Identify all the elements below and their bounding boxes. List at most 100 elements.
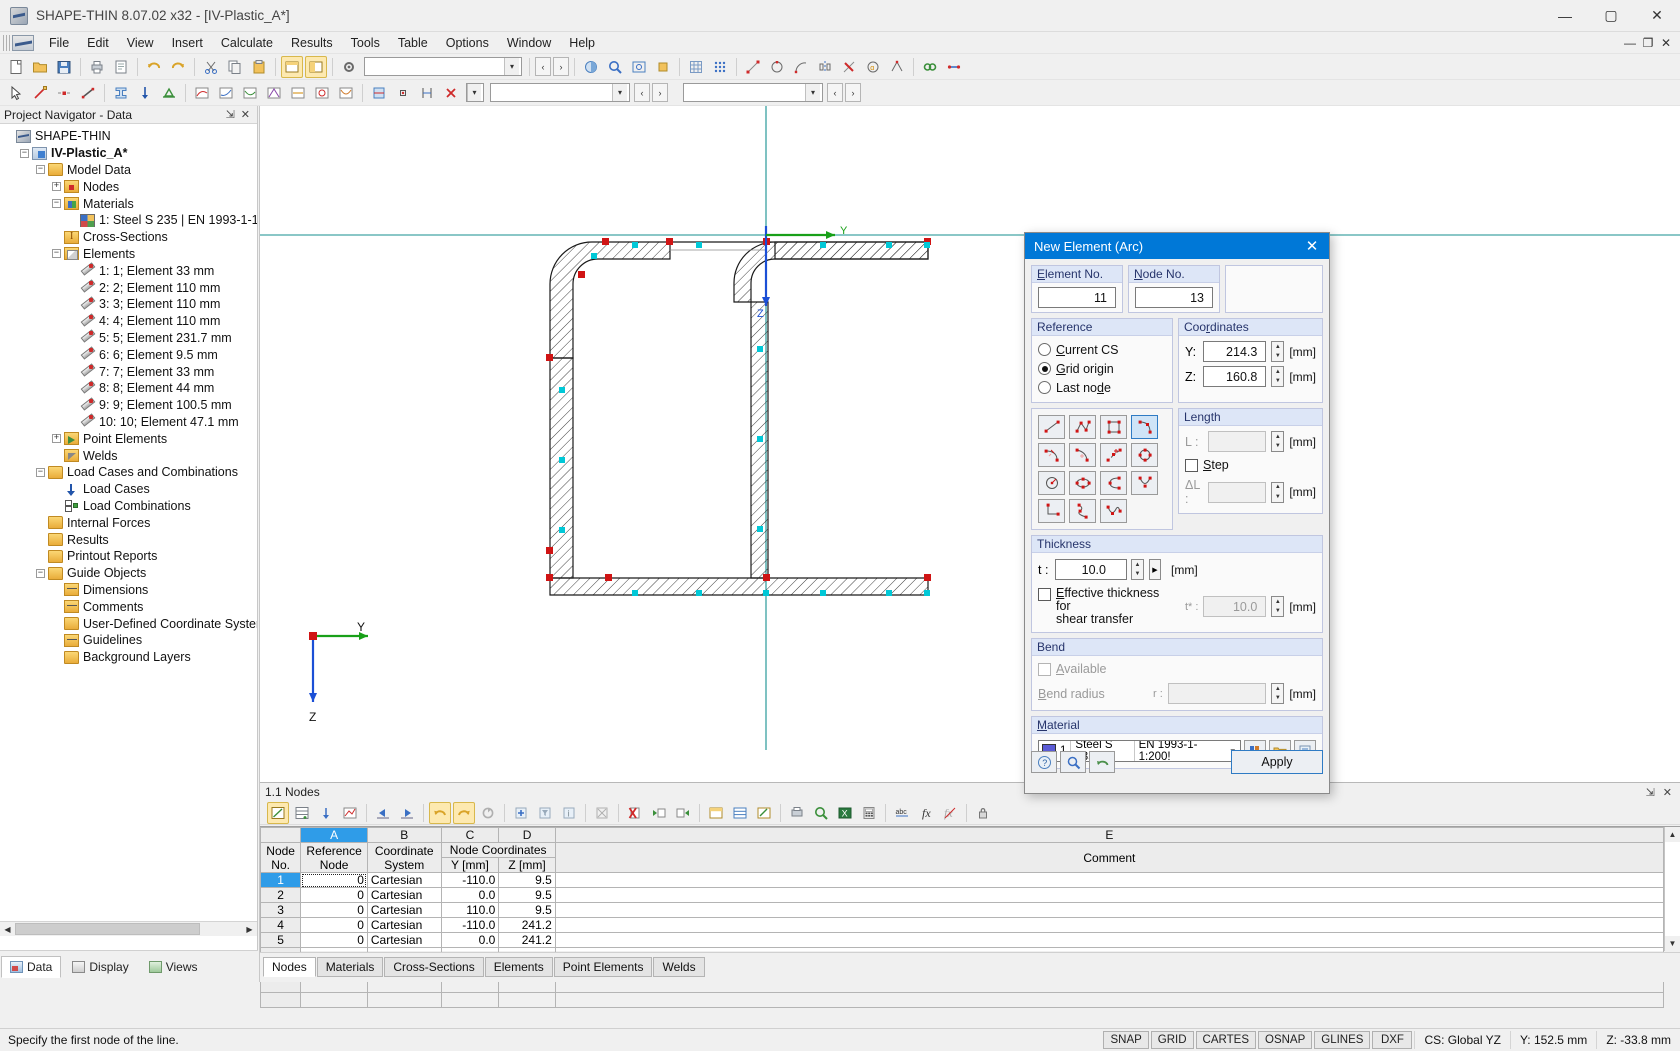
table-chart-icon[interactable]: [339, 802, 361, 824]
shape-thin-menu-icon[interactable]: [12, 34, 34, 51]
rectangle-element-button[interactable]: [1100, 415, 1127, 439]
cell-z[interactable]: 241.2: [498, 917, 556, 933]
cell-y[interactable]: 0.0: [440, 932, 500, 948]
table-sort-icon[interactable]: [315, 802, 337, 824]
tree-item-load-combinations[interactable]: Load Combinations: [4, 498, 257, 515]
length-dl-spinner[interactable]: ▲ ▼: [1271, 481, 1285, 503]
toolbar2-mini-combo[interactable]: ▾: [466, 83, 484, 102]
table-tab-cross-sections[interactable]: Cross-Sections: [384, 957, 484, 977]
cell-reference-node[interactable]: 0: [300, 932, 368, 948]
select-arrow-icon[interactable]: [5, 82, 27, 104]
nav-next-button[interactable]: ›: [553, 57, 569, 76]
maximize-button[interactable]: ▢: [1588, 0, 1634, 32]
cell-node-no[interactable]: 5: [259, 932, 302, 948]
table-lock-icon[interactable]: [972, 802, 994, 824]
close-icon[interactable]: ✕: [241, 108, 250, 121]
table-close-icon[interactable]: ✕: [1663, 786, 1672, 799]
table-row-empty[interactable]: [259, 992, 1665, 1008]
corner-element-button[interactable]: [1038, 499, 1065, 523]
thickness-t-field[interactable]: 10.0: [1055, 559, 1127, 580]
toolbar2-combo-2[interactable]: ▾: [683, 83, 823, 102]
cell-y[interactable]: -110.0: [440, 917, 500, 933]
radio-last-node[interactable]: Last node: [1038, 378, 1166, 397]
cell-z[interactable]: 9.5: [498, 872, 556, 888]
table-refresh-icon[interactable]: [477, 802, 499, 824]
ellipse-element-button[interactable]: [1069, 471, 1096, 495]
table-formula-clear-icon[interactable]: fx: [939, 802, 961, 824]
bend-radius-spinner[interactable]: ▲ ▼: [1271, 683, 1285, 704]
cell-reference-node[interactable]: 0: [300, 917, 368, 933]
view-mode-2-icon[interactable]: [305, 55, 327, 78]
snap-grid-icon[interactable]: [709, 56, 731, 78]
table-shift-right-icon[interactable]: [672, 802, 694, 824]
col-letter-c[interactable]: C: [440, 827, 500, 843]
cell-comment[interactable]: [554, 902, 1665, 918]
grid-scroll-track[interactable]: [1665, 842, 1680, 936]
status-toggle-grid[interactable]: GRID: [1150, 1030, 1194, 1049]
scroll-left-button[interactable]: ◀: [0, 922, 15, 936]
table-formula-icon[interactable]: fx: [915, 802, 937, 824]
tree-item-internal-forces[interactable]: Internal Forces: [4, 514, 257, 531]
table-body[interactable]: 1 0 Cartesian -110.0 9.5 2 0 Cartesian 0.0 9.5 3 0 C…: [259, 872, 1665, 1008]
cell-node-no[interactable]: 1: [259, 872, 302, 888]
table-tab-point-elements[interactable]: Point Elements: [553, 957, 653, 977]
table-shift-left-icon[interactable]: [648, 802, 670, 824]
pin-icon[interactable]: ⇲: [226, 108, 235, 121]
tree-item-6-6-element-9-5-mm[interactable]: 6: 6; Element 9.5 mm: [4, 346, 257, 363]
spline-element-button[interactable]: [1100, 471, 1127, 495]
mdi-minimize-button[interactable]: —: [1622, 36, 1638, 50]
menu-item-options[interactable]: Options: [437, 34, 498, 52]
teff-field[interactable]: 10.0: [1203, 596, 1267, 617]
table-info-icon[interactable]: i: [558, 802, 580, 824]
tree-item-guide-objects[interactable]: − Guide Objects: [4, 565, 257, 582]
cell-empty[interactable]: [259, 992, 302, 1008]
tree-item-8-8-element-44-mm[interactable]: 8: 8; Element 44 mm: [4, 380, 257, 397]
menu-item-results[interactable]: Results: [282, 34, 342, 52]
tree-item-10-10-element-47-1-mm[interactable]: 10: 10; Element 47.1 mm: [4, 414, 257, 431]
table-edit-mode-icon[interactable]: [267, 801, 289, 824]
tree-item-guidelines[interactable]: Guidelines: [4, 632, 257, 649]
result-diagram-1-icon[interactable]: [191, 82, 213, 104]
toolbar-combo-1[interactable]: ▾: [364, 57, 522, 76]
zoom-button[interactable]: [1060, 751, 1086, 773]
tree-item-4-4-element-110-mm[interactable]: 4: 4; Element 110 mm: [4, 313, 257, 330]
status-toggle-snap[interactable]: SNAP: [1103, 1030, 1149, 1049]
tree-item-1-steel-s-235-en-1993-1-1-2005[interactable]: 1: Steel S 235 | EN 1993-1-1:2005: [4, 212, 257, 229]
tree-expander-icon[interactable]: −: [36, 467, 45, 477]
paste-icon[interactable]: [248, 56, 270, 78]
mdi-restore-button[interactable]: ❐: [1640, 36, 1656, 50]
node-tool-icon[interactable]: [742, 56, 764, 78]
table-row[interactable]: 3 0 Cartesian 110.0 9.5: [259, 902, 1665, 918]
cell-empty[interactable]: [440, 992, 500, 1008]
load-case-icon[interactable]: [134, 82, 156, 104]
nurbs-element-button[interactable]: [1069, 499, 1096, 523]
table-header-format-icon[interactable]: [705, 802, 727, 824]
tree-item-7-7-element-33-mm[interactable]: 7: 7; Element 33 mm: [4, 363, 257, 380]
coord-z-field[interactable]: 160.8: [1203, 366, 1267, 387]
support-icon[interactable]: [158, 82, 180, 104]
dialog-title-bar[interactable]: New Element (Arc) ✕: [1025, 233, 1329, 259]
print-preview-icon[interactable]: [110, 56, 132, 78]
result-diagram-2-icon[interactable]: [215, 82, 237, 104]
scroll-right-button[interactable]: ▶: [242, 922, 257, 936]
connect-tool-icon[interactable]: [943, 56, 965, 78]
cell-y[interactable]: 110.0: [440, 902, 500, 918]
tree-item-background-layers[interactable]: Background Layers: [4, 649, 257, 666]
result-diagram-6-icon[interactable]: [311, 82, 333, 104]
undo-button[interactable]: [1089, 751, 1115, 773]
table-grid-format-icon[interactable]: [729, 802, 751, 824]
result-diagram-3-icon[interactable]: [239, 82, 261, 104]
tree-item-9-9-element-100-5-mm[interactable]: 9: 9; Element 100.5 mm: [4, 397, 257, 414]
tree-item-welds[interactable]: Welds: [4, 447, 257, 464]
save-file-icon[interactable]: [53, 56, 75, 78]
arc-3points-button[interactable]: [1131, 415, 1158, 439]
cell-comment[interactable]: [554, 917, 1665, 933]
menu-item-help[interactable]: Help: [560, 34, 604, 52]
table-prev-icon[interactable]: [372, 802, 394, 824]
node-no-field[interactable]: 13: [1135, 287, 1213, 308]
node-display-icon[interactable]: [392, 82, 414, 104]
table-undo-icon[interactable]: [429, 801, 451, 824]
radio-current-cs[interactable]: Current CS: [1038, 340, 1166, 359]
table-tab-welds[interactable]: Welds: [653, 957, 705, 977]
cell-empty[interactable]: [366, 992, 442, 1008]
